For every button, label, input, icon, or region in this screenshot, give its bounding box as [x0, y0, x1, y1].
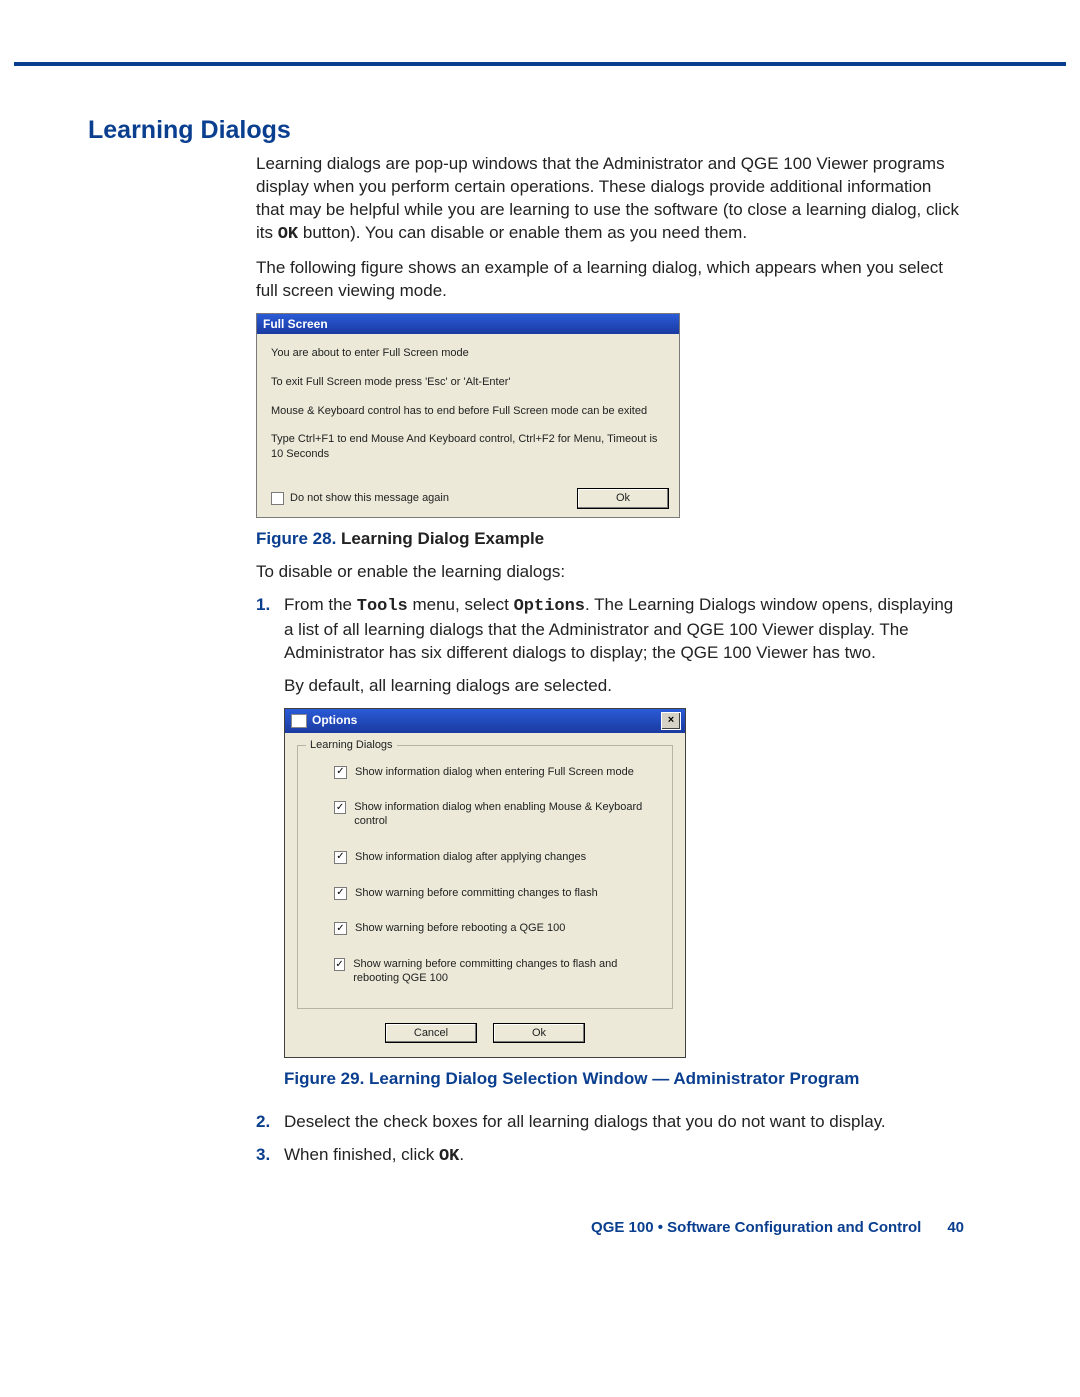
dialog1-line2: To exit Full Screen mode press 'Esc' or … [271, 375, 665, 390]
option-label-3: Show warning before committing changes t… [355, 887, 598, 901]
full-screen-dialog: Full Screen You are about to enter Full … [256, 313, 680, 518]
close-icon[interactable]: × [661, 712, 681, 730]
checkbox-box[interactable] [271, 492, 284, 505]
option-row-2[interactable]: ✓ Show information dialog after applying… [334, 851, 656, 865]
option-row-3[interactable]: ✓ Show warning before committing changes… [334, 887, 656, 901]
fig28-num: Figure 28. [256, 529, 336, 548]
checkbox-1[interactable]: ✓ [334, 801, 346, 814]
checkbox-2[interactable]: ✓ [334, 851, 347, 864]
dialog1-titlebar: Full Screen [257, 314, 679, 334]
step2-num: 2. [256, 1111, 284, 1134]
dialog1-footer: Do not show this message again Ok [257, 484, 679, 517]
step1-b: menu, select [408, 595, 514, 614]
figure-28-caption: Figure 28. Learning Dialog Example [256, 528, 964, 551]
step1-num: 1. [256, 594, 284, 1102]
option-label-4: Show warning before rebooting a QGE 100 [355, 922, 565, 936]
learning-dialogs-panel: Learning Dialogs ✓ Show information dial… [297, 745, 673, 1009]
intro-para-1: Learning dialogs are pop-up windows that… [256, 153, 964, 247]
step1-text: From the Tools menu, select Options. The… [284, 594, 964, 1102]
option-label-5: Show warning before committing changes t… [353, 958, 656, 986]
options-dialog: Options × Learning Dialogs ✓ Show inform… [284, 708, 686, 1059]
option-row-5[interactable]: ✓ Show warning before committing changes… [334, 958, 656, 986]
step-3: 3. When finished, click OK. [256, 1144, 964, 1169]
footer-page-number: 40 [947, 1219, 964, 1236]
step3-num: 3. [256, 1144, 284, 1169]
figure-29-caption: Figure 29. Learning Dialog Selection Win… [284, 1068, 964, 1091]
step1-d: By default, all learning dialogs are sel… [284, 675, 964, 698]
step-1: 1. From the Tools menu, select Options. … [256, 594, 964, 1102]
option-label-1: Show information dialog when enabling Mo… [354, 801, 656, 829]
section-heading: Learning Dialogs [88, 116, 964, 145]
page-content: Learning Dialogs Learning dialogs are po… [0, 66, 1080, 1219]
step2-text: Deselect the check boxes for all learnin… [284, 1111, 964, 1134]
checkbox-0[interactable]: ✓ [334, 766, 347, 779]
checkbox-label: Do not show this message again [290, 491, 449, 506]
checkbox-4[interactable]: ✓ [334, 922, 347, 935]
ok-button[interactable]: Ok [493, 1023, 585, 1044]
dialog2-title: Options [312, 712, 357, 728]
para3: To disable or enable the learning dialog… [256, 561, 964, 584]
dialog1-body: You are about to enter Full Screen mode … [257, 334, 679, 484]
step3-b: . [459, 1145, 464, 1164]
option-label-2: Show information dialog after applying c… [355, 851, 586, 865]
option-label-0: Show information dialog when entering Fu… [355, 766, 634, 780]
cancel-button[interactable]: Cancel [385, 1023, 477, 1044]
step3-a: When finished, click [284, 1145, 439, 1164]
option-row-0[interactable]: ✓ Show information dialog when entering … [334, 766, 656, 780]
steps-list: 1. From the Tools menu, select Options. … [256, 594, 964, 1169]
step-2: 2. Deselect the check boxes for all lear… [256, 1111, 964, 1134]
option-row-4[interactable]: ✓ Show warning before rebooting a QGE 10… [334, 922, 656, 936]
ok-mono: OK [278, 225, 298, 244]
page-footer: QGE 100 • Software Configuration and Con… [0, 1219, 1080, 1266]
footer-text: QGE 100 • Software Configuration and Con… [591, 1219, 921, 1236]
dialog1-line4: Type Ctrl+F1 to end Mouse And Keyboard c… [271, 432, 665, 462]
fig29-num: Figure 29. [284, 1069, 369, 1088]
do-not-show-checkbox[interactable]: Do not show this message again [271, 491, 449, 506]
option-row-1[interactable]: ✓ Show information dialog when enabling … [334, 801, 656, 829]
para1-c: button). You can disable or enable them … [298, 223, 747, 242]
app-icon [291, 714, 307, 728]
dialog1-line1: You are about to enter Full Screen mode [271, 346, 665, 361]
dialog1-ok-button[interactable]: Ok [577, 488, 669, 509]
checkbox-5[interactable]: ✓ [334, 958, 345, 971]
checkbox-3[interactable]: ✓ [334, 887, 347, 900]
dialog2-titlebar: Options × [285, 709, 685, 733]
step3-ok: OK [439, 1147, 459, 1166]
body-column: Learning dialogs are pop-up windows that… [256, 153, 964, 1169]
dialog2-buttons: Cancel Ok [285, 1017, 685, 1058]
fig29-text: Learning Dialog Selection Window — Admin… [369, 1069, 859, 1088]
step3-text: When finished, click OK. [284, 1144, 964, 1169]
step1-a: From the [284, 595, 357, 614]
dialog1-line3: Mouse & Keyboard control has to end befo… [271, 404, 665, 419]
options-mono: Options [514, 597, 585, 616]
intro-para-2: The following figure shows an example of… [256, 257, 964, 303]
fig28-text: Learning Dialog Example [336, 529, 544, 548]
panel-legend: Learning Dialogs [306, 738, 397, 753]
tools-mono: Tools [357, 597, 408, 616]
